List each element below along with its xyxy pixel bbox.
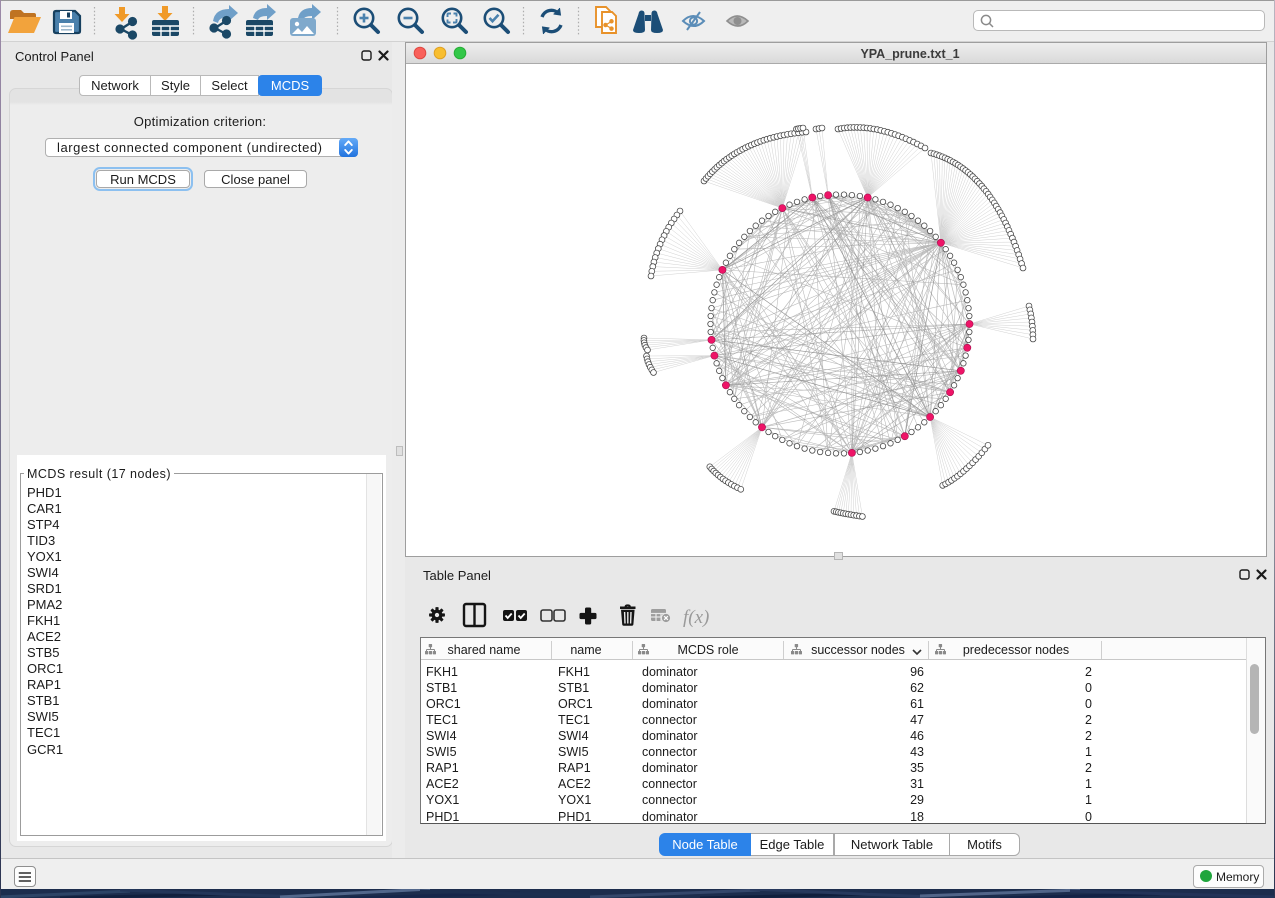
- svg-text:f(x): f(x): [683, 607, 709, 628]
